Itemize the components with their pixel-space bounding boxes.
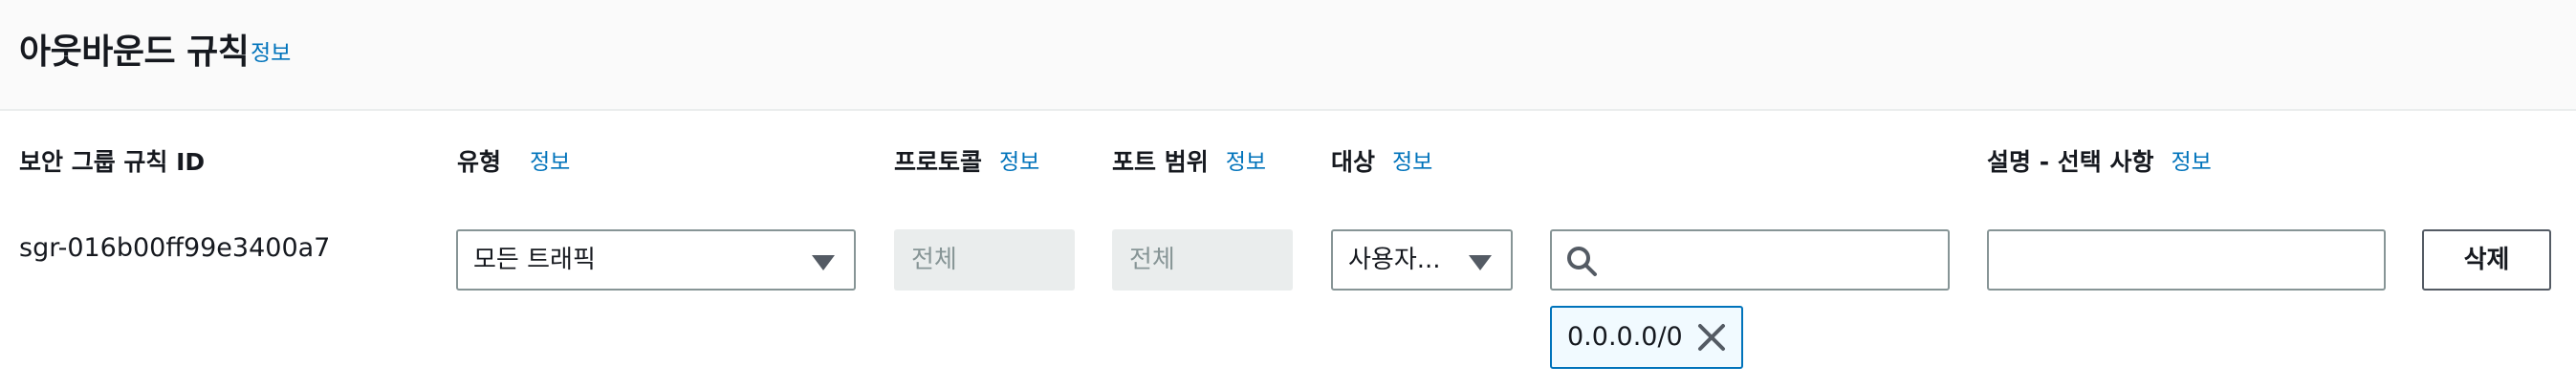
search-icon: [1567, 247, 1597, 276]
description-info-link[interactable]: 정보: [2172, 150, 2212, 175]
destination-search-input[interactable]: [1550, 229, 1950, 291]
column-label-destination-text: 대상: [1331, 148, 1376, 176]
destination-type-select-value: 사용자...: [1348, 246, 1441, 274]
rule-id: sgr-016b00ff99e3400a7: [19, 233, 331, 263]
port-range-info-link[interactable]: 정보: [1226, 150, 1266, 175]
column-label-destination: 대상 정보: [1331, 143, 1432, 178]
destination-token: 0.0.0.0/0: [1550, 306, 1743, 369]
section-title: 아웃바운드 규칙: [19, 32, 250, 72]
column-label-description: 설명 - 선택 사항 정보: [1987, 143, 2212, 178]
destination-type-select[interactable]: 사용자...: [1331, 229, 1513, 291]
type-select[interactable]: 모든 트래픽: [456, 229, 856, 291]
column-label-protocol-text: 프로토콜: [894, 148, 983, 176]
delete-button[interactable]: 삭제: [2422, 229, 2551, 291]
port-range-field: 전체: [1112, 229, 1293, 291]
description-input[interactable]: [1987, 229, 2386, 291]
destination-info-link[interactable]: 정보: [1392, 150, 1432, 175]
caret-down-icon: [812, 255, 835, 270]
type-info-link[interactable]: 정보: [530, 150, 570, 175]
column-label-description-text: 설명 - 선택 사항: [1987, 148, 2154, 176]
column-label-protocol: 프로토콜 정보: [894, 143, 1039, 178]
protocol-info-link[interactable]: 정보: [999, 150, 1039, 175]
column-label-rule-id-text: 보안 그룹 규칙 ID: [19, 148, 206, 176]
caret-down-icon: [1469, 255, 1492, 270]
column-label-type-text: 유형: [457, 148, 502, 176]
destination-token-label: 0.0.0.0/0: [1567, 322, 1683, 352]
column-label-type: 유형 정보: [457, 143, 570, 178]
protocol-field: 전체: [894, 229, 1075, 291]
type-select-value: 모든 트래픽: [473, 246, 596, 274]
section-header: 아웃바운드 규칙 정보: [0, 0, 2576, 111]
column-label-port-range-text: 포트 범위: [1112, 148, 1209, 176]
close-icon[interactable]: [1697, 323, 1726, 352]
title-info-link[interactable]: 정보: [251, 34, 291, 67]
column-label-port-range: 포트 범위 정보: [1112, 143, 1266, 178]
column-label-rule-id: 보안 그룹 규칙 ID: [19, 143, 205, 178]
